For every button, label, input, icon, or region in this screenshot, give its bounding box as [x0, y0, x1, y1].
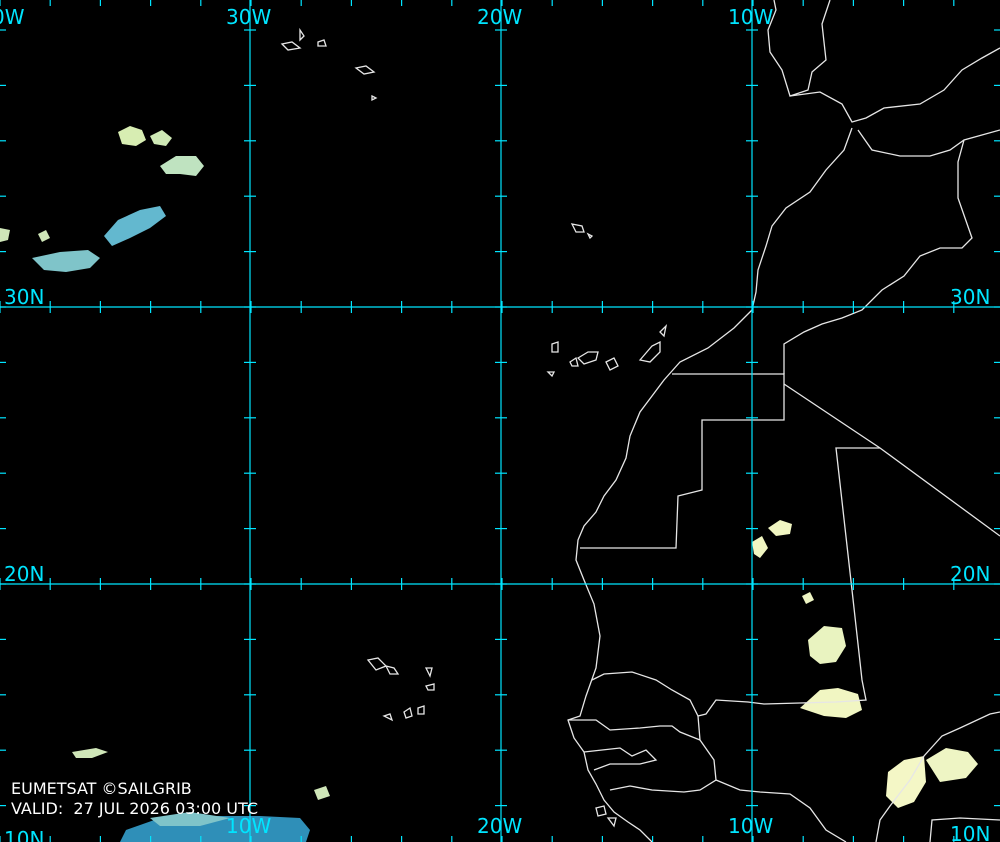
lat-label-right-30n: 30N [950, 285, 990, 309]
lat-label-right-10n: 10N [950, 822, 990, 842]
lon-label-top-0: 0W [0, 5, 25, 29]
lon-label-bottom-10w: 10W [728, 814, 773, 838]
lon-label-top-10w: 10W [728, 5, 773, 29]
lat-label-right-20n: 20N [950, 562, 990, 586]
valid-label: VALID: [11, 799, 64, 818]
satellite-map: 0W 30W 20W 10W 10W 20W 10W 30N 20N 10N 3… [0, 0, 1000, 842]
valid-time: 27 JUL 2026 03:00 UTC [73, 799, 258, 818]
lon-label-top-30w: 30W [226, 5, 271, 29]
lon-label-bottom-20w: 20W [477, 814, 522, 838]
lat-label-left-20n: 20N [4, 562, 44, 586]
lat-label-left-30n: 30N [4, 285, 44, 309]
lon-label-top-20w: 20W [477, 5, 522, 29]
credit-text: EUMETSAT ©SAILGRIB [11, 779, 192, 798]
valid-time-line: VALID: 27 JUL 2026 03:00 UTC [11, 799, 258, 819]
valid-spacer [63, 799, 73, 818]
lat-label-left-10n: 10N [4, 827, 44, 842]
